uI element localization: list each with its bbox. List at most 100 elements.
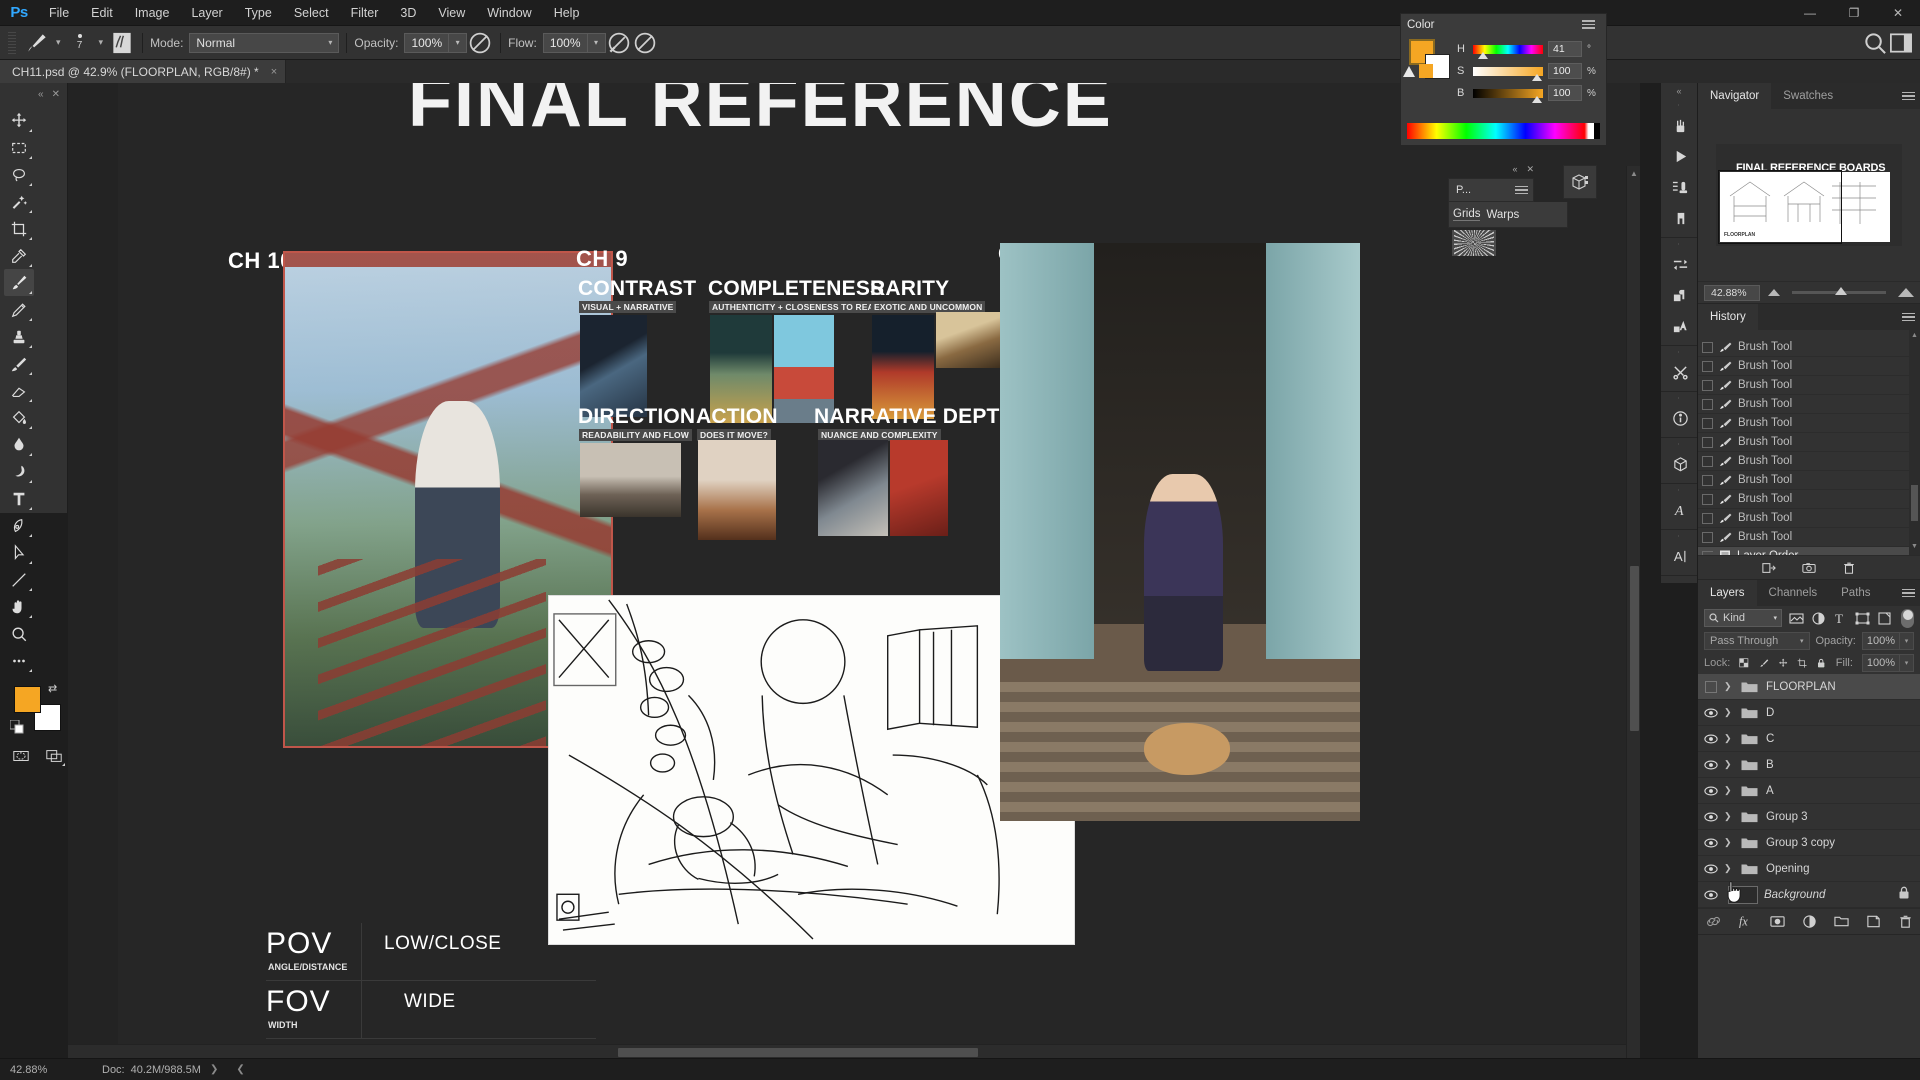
adjustments-icon[interactable]: [1661, 249, 1699, 280]
magic-wand-tool[interactable]: [4, 188, 34, 215]
paint-bucket-tool[interactable]: [4, 404, 34, 431]
delete-layer-icon[interactable]: [1898, 914, 1913, 929]
menu-3d[interactable]: 3D: [389, 0, 427, 26]
navigator-preview[interactable]: FINAL REFERENCE BOARDS FLOORPLAN: [1698, 109, 1920, 281]
layer-mask-icon[interactable]: [1769, 914, 1785, 929]
close-icon[interactable]: ✕: [52, 89, 60, 100]
delete-state-icon[interactable]: [1842, 561, 1856, 575]
create-snapshot-icon[interactable]: [1802, 561, 1816, 575]
vertical-scrollbar-thumb[interactable]: [1630, 566, 1639, 731]
pen-tool[interactable]: [4, 512, 34, 539]
zoom-in-icon[interactable]: [1898, 288, 1914, 297]
panel-menu-icon[interactable]: [1509, 184, 1533, 197]
layer-visibility-toggle[interactable]: [1698, 760, 1724, 770]
layer-fill-input[interactable]: 100%: [1861, 654, 1901, 672]
layer-comps-icon[interactable]: [1661, 280, 1699, 311]
brush-tool-icon[interactable]: [24, 30, 50, 56]
color-panel[interactable]: Color H 41 ° S 100 % B 100 %: [1400, 13, 1607, 146]
history-row[interactable]: [1698, 330, 1920, 338]
layer-visibility-toggle[interactable]: [1698, 812, 1724, 822]
history-brush-tool[interactable]: [4, 350, 34, 377]
layer-visibility-toggle[interactable]: [1698, 680, 1724, 693]
timeline-play-icon[interactable]: [1661, 141, 1699, 172]
status-zoom-value[interactable]: 42.88%: [0, 1064, 96, 1076]
layer-name[interactable]: Group 3 copy: [1760, 837, 1835, 849]
brushes-icon[interactable]: [1661, 110, 1699, 141]
eraser-tool[interactable]: [4, 377, 34, 404]
pencil-tool[interactable]: [4, 296, 34, 323]
scroll-up-icon[interactable]: ▲: [1910, 332, 1919, 342]
swap-colors-icon[interactable]: ⇄: [48, 682, 57, 695]
quick-mask-icon[interactable]: [8, 744, 34, 768]
color-slider-h[interactable]: H 41 °: [1457, 38, 1597, 60]
layer-name[interactable]: C: [1760, 733, 1774, 745]
layer-visibility-toggle[interactable]: [1698, 708, 1724, 718]
chevron-right-icon[interactable]: ❯: [1724, 759, 1738, 770]
history-scrollbar-thumb[interactable]: [1911, 485, 1918, 521]
layer-name[interactable]: A: [1760, 785, 1774, 797]
layer-visibility-toggle[interactable]: [1698, 786, 1724, 796]
glyphs-icon[interactable]: A: [1661, 495, 1699, 526]
brush-settings-chevron-icon[interactable]: ▾: [93, 37, 110, 48]
filter-enable-toggle[interactable]: [1901, 608, 1914, 628]
history-snapshot-checkbox[interactable]: [1702, 512, 1713, 524]
dock-grip[interactable]: [1671, 532, 1687, 539]
adjustment-filter-icon[interactable]: [1811, 611, 1826, 626]
eyedropper-tool[interactable]: [4, 242, 34, 269]
brightness-slider-knob[interactable]: [1532, 95, 1542, 103]
zoom-out-icon[interactable]: [1768, 289, 1780, 296]
layer-visibility-toggle[interactable]: [1698, 838, 1724, 848]
tab-navigator[interactable]: Navigator: [1698, 83, 1772, 109]
layer-list[interactable]: ❯ FLOORPLAN ❯ D ❯ C ❯ B ❯ A ❯ Group 3 ❯ …: [1698, 674, 1920, 908]
menu-window[interactable]: Window: [476, 0, 542, 26]
tab-channels[interactable]: Channels: [1757, 580, 1830, 606]
chevron-right-icon[interactable]: ❯: [1724, 785, 1738, 796]
chevron-right-icon[interactable]: ❯: [1724, 863, 1738, 874]
lock-transparent-icon[interactable]: [1739, 656, 1749, 671]
grid-preset-thumbnail[interactable]: [1452, 230, 1496, 256]
adjustment-layer-icon[interactable]: [1802, 914, 1817, 929]
chevron-right-icon[interactable]: ❯: [1724, 681, 1738, 692]
lock-all-icon[interactable]: [1816, 656, 1826, 671]
menu-layer[interactable]: Layer: [180, 0, 233, 26]
history-row[interactable]: Brush Tool: [1698, 414, 1920, 433]
color-slider-b[interactable]: B 100 %: [1457, 82, 1597, 104]
type-tool[interactable]: [4, 485, 34, 512]
foreground-color-swatch[interactable]: [14, 686, 41, 713]
layer-style-fx-icon[interactable]: fx: [1738, 914, 1753, 929]
blur-tool[interactable]: [4, 431, 34, 458]
canvas-vertical-scrollbar[interactable]: ▲ ▼: [1626, 166, 1640, 1058]
search-icon[interactable]: [1862, 30, 1888, 56]
menu-type[interactable]: Type: [234, 0, 283, 26]
tab-layers[interactable]: Layers: [1698, 580, 1757, 606]
brush-panel-toggle-icon[interactable]: [109, 30, 135, 56]
history-row[interactable]: Brush Tool: [1698, 357, 1920, 376]
zoom-slider-knob[interactable]: [1835, 287, 1848, 295]
brush-preset-chevron-icon[interactable]: ▾: [50, 37, 67, 48]
collapse-icon[interactable]: «: [38, 89, 44, 100]
menu-image[interactable]: Image: [124, 0, 181, 26]
history-snapshot-checkbox[interactable]: [1702, 455, 1713, 467]
navigator-zoom-input[interactable]: 42.88%: [1704, 284, 1760, 301]
tab-swatches[interactable]: Swatches: [1771, 83, 1845, 109]
history-row-selected[interactable]: Layer Order: [1698, 547, 1920, 555]
out-of-gamut-warning[interactable]: [1403, 64, 1433, 78]
hue-input[interactable]: 41: [1548, 41, 1582, 57]
layer-visibility-toggle[interactable]: [1698, 890, 1724, 900]
screen-mode-icon[interactable]: [42, 744, 68, 768]
history-row[interactable]: Brush Tool: [1698, 471, 1920, 490]
create-document-from-state-icon[interactable]: [1762, 561, 1776, 575]
character-styles-icon[interactable]: [1661, 311, 1699, 342]
lasso-tool[interactable]: [4, 161, 34, 188]
restore-icon[interactable]: ❐: [1832, 0, 1876, 26]
collapse-icon[interactable]: «: [1512, 164, 1517, 174]
history-state-list[interactable]: Brush Tool Brush Tool Brush Tool Brush T…: [1698, 330, 1920, 555]
flow-input[interactable]: 100%: [542, 32, 588, 53]
properties-float-panel[interactable]: « ✕ P... Grids Warps: [1448, 160, 1568, 256]
workspace-switcher-icon[interactable]: [1888, 30, 1914, 56]
crop-tool[interactable]: [4, 215, 34, 242]
layer-visibility-toggle[interactable]: [1698, 734, 1724, 744]
history-row[interactable]: Brush Tool: [1698, 395, 1920, 414]
hue-slider-knob[interactable]: [1478, 51, 1488, 59]
tools-icon[interactable]: [1661, 357, 1699, 388]
